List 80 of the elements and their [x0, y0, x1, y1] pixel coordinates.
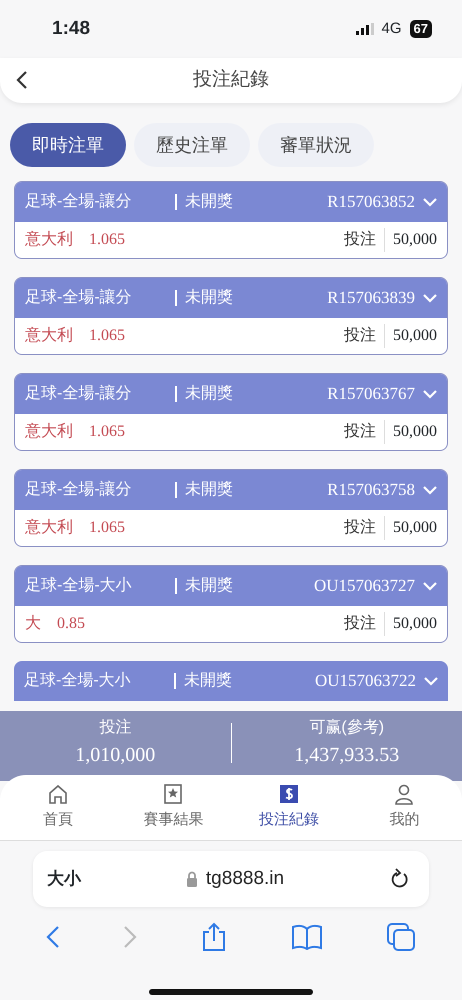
chevron-down-icon[interactable]: [424, 676, 438, 686]
share-icon[interactable]: [200, 922, 227, 952]
star-badge-icon: [162, 783, 184, 805]
bet-market: 足球-全場-讓分: [25, 288, 133, 308]
summary-label: 投注: [98, 718, 132, 738]
tab[interactable]: 即時注單: [10, 123, 126, 167]
stake-amount: 50,000: [392, 518, 437, 538]
bet-odds: 1.065: [89, 230, 125, 250]
summary-value: 1,010,000: [74, 743, 156, 768]
bet-market: 足球-全場-大小: [25, 576, 133, 596]
tab[interactable]: 審單狀況: [258, 123, 374, 167]
status-divider: [175, 482, 177, 498]
chevron-down-icon[interactable]: [423, 197, 437, 207]
nav-tab[interactable]: 我的: [346, 775, 462, 840]
stake-label: 投注: [344, 420, 385, 444]
nav-tab[interactable]: 賽事結果: [116, 775, 231, 840]
nav-tab[interactable]: 投注紀錄: [231, 775, 346, 840]
stake-label: 投注: [344, 516, 385, 540]
ticket-number: R157063839: [327, 287, 415, 310]
tab[interactable]: 歷史注單: [134, 123, 250, 167]
lock-icon: [186, 871, 198, 887]
stake-label: 投注: [344, 324, 385, 348]
bet-market: 足球-全場-讓分: [25, 480, 133, 500]
ticket-number: R157063852: [327, 191, 415, 214]
nav-tab[interactable]: 首頁: [0, 775, 116, 840]
bet-status: 未開獎: [185, 288, 233, 308]
chevron-down-icon[interactable]: [423, 485, 437, 495]
bet-market: 足球-全場-大小: [24, 670, 132, 691]
status-divider: [174, 673, 176, 689]
chevron-down-icon[interactable]: [423, 581, 437, 591]
bet-status: 未開獎: [185, 192, 233, 212]
bet-pick: 意大利: [25, 518, 73, 538]
ticket-number: OU157063727: [314, 575, 415, 598]
stake-amount: 50,000: [392, 326, 437, 346]
bet-odds: 0.85: [57, 614, 85, 634]
bet-pick: 意大利: [25, 230, 73, 250]
address-bar[interactable]: 大小 tg8888.in: [33, 851, 429, 907]
url-text: tg8888.in: [206, 866, 284, 891]
summary-value: 1,437,933.53: [293, 743, 400, 768]
ticket-number: OU157063722: [314, 670, 416, 692]
bet-status: 未開獎: [185, 384, 233, 404]
battery-level: 67: [410, 20, 432, 38]
stake-label: 投注: [344, 612, 385, 636]
ticket-number: R157063767: [327, 383, 415, 406]
ticket-number: R157063758: [327, 479, 415, 502]
status-divider: [175, 194, 177, 210]
status-divider: [175, 578, 177, 594]
tabs-icon[interactable]: [386, 922, 416, 952]
bet-odds: 1.065: [89, 518, 125, 538]
bet-status: 未開獎: [185, 576, 233, 596]
summary-label: 可赢(參考): [308, 718, 386, 738]
bet-market: 足球-全場-讓分: [25, 192, 133, 212]
person-icon: [393, 783, 416, 805]
bet-pick: 意大利: [25, 422, 73, 442]
page-title: 投注紀錄: [193, 68, 269, 92]
back-icon[interactable]: [16, 70, 28, 90]
book-icon[interactable]: [290, 924, 323, 950]
status-time: 1:48: [52, 16, 90, 41]
text-size-button[interactable]: 大小: [47, 866, 81, 892]
bet-status: 未開獎: [185, 480, 233, 500]
stake-amount: 50,000: [392, 614, 437, 634]
bet-pick: 大: [25, 614, 41, 634]
dollar-icon: [278, 783, 300, 805]
bet-market: 足球-全場-讓分: [25, 384, 133, 404]
reload-icon[interactable]: [389, 868, 409, 890]
bet-status: 未開獎: [184, 670, 232, 691]
home-icon: [46, 783, 69, 805]
stake-amount: 50,000: [392, 422, 437, 442]
chevron-down-icon[interactable]: [423, 389, 437, 399]
signal-icon: [356, 23, 374, 35]
network-label: 4G: [382, 18, 402, 39]
bet-pick: 意大利: [25, 326, 73, 346]
stake-label: 投注: [344, 228, 385, 252]
forward-icon[interactable]: [123, 925, 138, 949]
bet-odds: 1.065: [89, 326, 125, 346]
status-divider: [175, 386, 177, 402]
chevron-down-icon[interactable]: [423, 293, 437, 303]
bet-odds: 1.065: [89, 422, 125, 442]
stake-amount: 50,000: [392, 230, 437, 250]
status-divider: [175, 290, 177, 306]
